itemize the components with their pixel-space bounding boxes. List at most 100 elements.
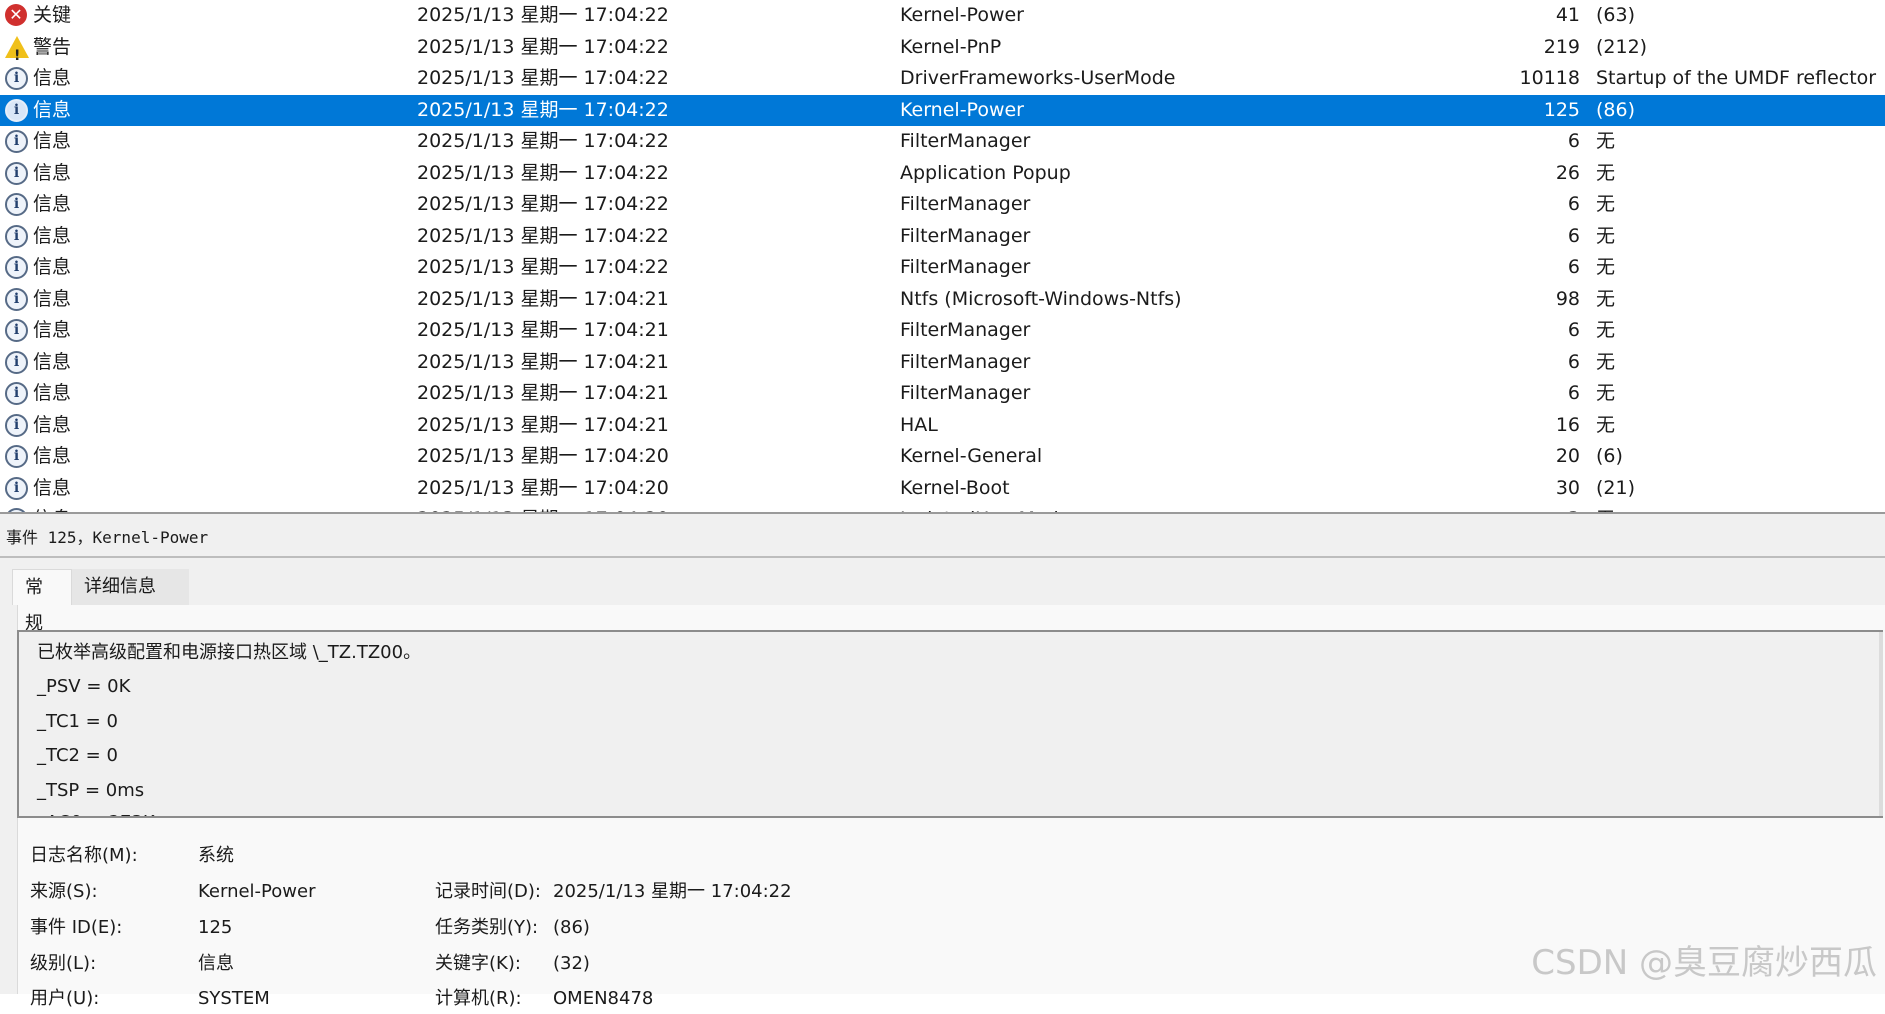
level-icon-cell: !	[5, 32, 31, 63]
event-date: 2025/1/13 星期一 17:04:21	[417, 350, 669, 373]
event-date: 2025/1/13 星期一 17:04:21	[417, 287, 669, 310]
event-row[interactable]: i 信息 2025/1/13 星期一 17:04:21 FilterManager 6 无	[0, 378, 1885, 410]
event-row[interactable]: i 信息 2025/1/13 星期一 17:04:21 Ntfs (Microsoft…	[0, 284, 1885, 316]
event-date: 2025/1/13 星期一 17:04:22	[417, 161, 669, 184]
event-task-category: (212)	[1596, 35, 1648, 58]
event-date: 2025/1/13 星期一 17:04:22	[417, 224, 669, 247]
event-date: 2025/1/13 星期一 17:04:20	[417, 476, 669, 499]
event-task-category: 无	[1596, 161, 1616, 184]
event-level: 信息	[33, 413, 72, 436]
event-source: Kernel-General	[900, 445, 1043, 467]
level-icon-cell: i	[5, 410, 31, 442]
task-category-label: 任务类别(Y):	[435, 917, 539, 938]
warning-icon: !	[5, 35, 29, 63]
event-row[interactable]: i 信息 2025/1/13 星期一 17:04:20 Kernel-Boot 30 (2…	[0, 473, 1885, 505]
event-source: FilterManager	[900, 319, 1031, 341]
event-description-box[interactable]: 已枚举高级配置和电源接口热区域 \_TZ.TZ00。 _PSV = 0K _TC…	[17, 630, 1883, 818]
level-icon-cell: i	[5, 189, 31, 221]
event-id: 6	[1567, 256, 1580, 278]
event-source: DriverFrameworks-UserMode	[900, 67, 1176, 89]
level-icon-cell: i	[5, 441, 31, 473]
event-task-category: 无	[1596, 224, 1616, 247]
event-level: 信息	[33, 130, 72, 152]
event-date: 2025/1/13 星期一 17:04:21	[417, 319, 669, 341]
event-id: 20	[1555, 445, 1580, 467]
event-id: 6	[1567, 130, 1580, 152]
event-detail-pane: 事件 125，Kernel-Power 常规 详细信息 已枚举高级配置和电源接口…	[0, 514, 1885, 1009]
event-row[interactable]: ✕ 关键 2025/1/13 星期一 17:04:22 Kernel-Power 41 (…	[0, 0, 1885, 32]
event-id-value: 125	[198, 917, 233, 938]
event-source: Kernel-PnP	[900, 35, 1002, 58]
event-task-category: (63)	[1596, 4, 1636, 26]
level-icon-cell: i	[5, 221, 31, 253]
info-icon: i	[5, 319, 28, 342]
event-row[interactable]: i 信息 2025/1/13 星期一 17:04:20 Kernel-General 2…	[0, 441, 1885, 473]
logged-value: 2025/1/13 星期一 17:04:22	[553, 881, 792, 902]
level-icon-cell: i	[5, 473, 31, 505]
description-line: _AC0 = 273K	[37, 806, 155, 816]
tab-details[interactable]: 详细信息	[72, 569, 189, 605]
event-level: 信息	[33, 256, 72, 278]
event-list[interactable]: ✕ 关键 2025/1/13 星期一 17:04:22 Kernel-Power 41 (…	[0, 0, 1885, 514]
level-icon-cell: i	[5, 315, 31, 347]
event-id: 6	[1567, 224, 1580, 247]
event-task-category: 无	[1596, 319, 1616, 341]
info-icon: i	[5, 256, 28, 279]
event-id: 98	[1555, 287, 1580, 310]
level-icon-cell: i	[5, 378, 31, 410]
event-row[interactable]: i 信息 2025/1/13 星期一 17:04:22 Application Pop…	[0, 158, 1885, 190]
event-row[interactable]: i 信息 2025/1/13 星期一 17:04:22 FilterManager 6 无	[0, 252, 1885, 284]
info-icon: i	[5, 193, 28, 216]
event-task-category: 无	[1596, 350, 1616, 373]
event-row[interactable]: i 信息 2025/1/13 星期一 17:04:22 FilterManager 6 无	[0, 221, 1885, 253]
info-icon: i	[5, 350, 28, 374]
error-icon: ✕	[5, 4, 27, 26]
tab-general[interactable]: 常规	[12, 569, 72, 634]
event-row[interactable]: i 信息 2025/1/13 星期一 17:04:22 Kernel-Power 125…	[0, 94, 1885, 126]
event-row[interactable]: ! 警告 2025/1/13 星期一 17:04:22 Kernel-PnP 219 (2…	[0, 32, 1885, 63]
event-date: 2025/1/13 星期一 17:04:22	[417, 193, 669, 215]
computer-label: 计算机(R):	[435, 988, 522, 1009]
info-icon: i	[5, 413, 28, 437]
logged-label: 记录时间(D):	[435, 881, 541, 902]
level-icon-cell: ✕	[5, 0, 31, 32]
level-icon-cell: i	[5, 158, 31, 190]
event-row[interactable]: i 信息 2025/1/13 星期一 17:04:21 HAL 16 无	[0, 410, 1885, 442]
event-id: 6	[1567, 382, 1580, 404]
event-level: 信息	[33, 161, 72, 184]
keywords-label: 关键字(K):	[435, 953, 521, 974]
event-id: 6	[1567, 319, 1580, 341]
event-task-category: (21)	[1596, 476, 1636, 499]
event-row[interactable]: i 信息 2025/1/13 星期一 17:04:21 FilterManager 6 无	[0, 347, 1885, 379]
event-level: 信息	[33, 476, 72, 499]
event-date: 2025/1/13 星期一 17:04:21	[417, 413, 669, 436]
description-line: _TC2 = 0	[37, 745, 118, 766]
event-row[interactable]: i 信息 2025/1/13 星期一 17:04:21 FilterManager 6 无	[0, 315, 1885, 347]
info-icon: i	[5, 287, 28, 311]
event-row[interactable]: i 信息 2025/1/13 星期一 17:04:22 DriverFramework…	[0, 63, 1885, 95]
event-source: FilterManager	[900, 193, 1031, 215]
event-source: Kernel-Boot	[900, 476, 1010, 499]
info-icon: i	[5, 224, 28, 248]
event-id: 6	[1567, 193, 1580, 215]
level-icon-cell: i	[5, 63, 31, 95]
event-id: 10118	[1519, 67, 1580, 89]
event-id: 219	[1543, 35, 1580, 58]
event-level: 信息	[33, 67, 72, 89]
event-task-category: 无	[1596, 130, 1616, 152]
description-scrollbar[interactable]	[1879, 632, 1883, 816]
event-row[interactable]: i 信息 2025/1/13 星期一 17:04:22 FilterManager 6 无	[0, 189, 1885, 221]
event-id: 41	[1555, 4, 1580, 26]
level-icon-cell: i	[5, 347, 31, 379]
user-value: SYSTEM	[198, 988, 270, 1009]
event-level: 信息	[33, 445, 72, 467]
log-name-label: 日志名称(M):	[30, 845, 138, 866]
event-id-label: 事件 ID(E):	[30, 917, 123, 938]
level-icon-cell: i	[5, 252, 31, 284]
event-row[interactable]: i 信息 2025/1/13 星期一 17:04:22 FilterManager 6 无	[0, 126, 1885, 158]
event-id: 30	[1555, 476, 1580, 499]
info-icon: i	[5, 161, 28, 185]
level-icon-cell: i	[5, 284, 31, 316]
event-task-category: (86)	[1596, 98, 1636, 121]
event-date: 2025/1/13 星期一 17:04:20	[417, 445, 669, 467]
